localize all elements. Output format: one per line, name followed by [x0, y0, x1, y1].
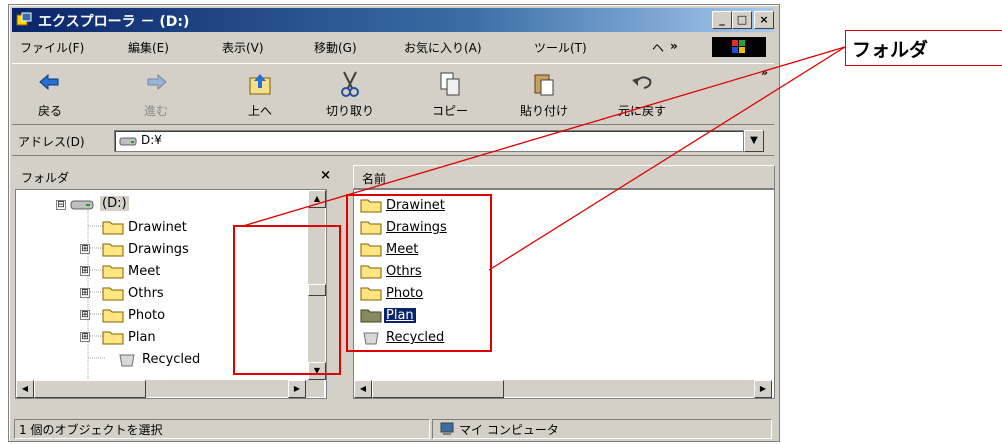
- annotation-label: フォルダ: [852, 39, 929, 61]
- annotation-callout: フォルダ: [845, 30, 1002, 66]
- annotation-lines: [242, 46, 846, 271]
